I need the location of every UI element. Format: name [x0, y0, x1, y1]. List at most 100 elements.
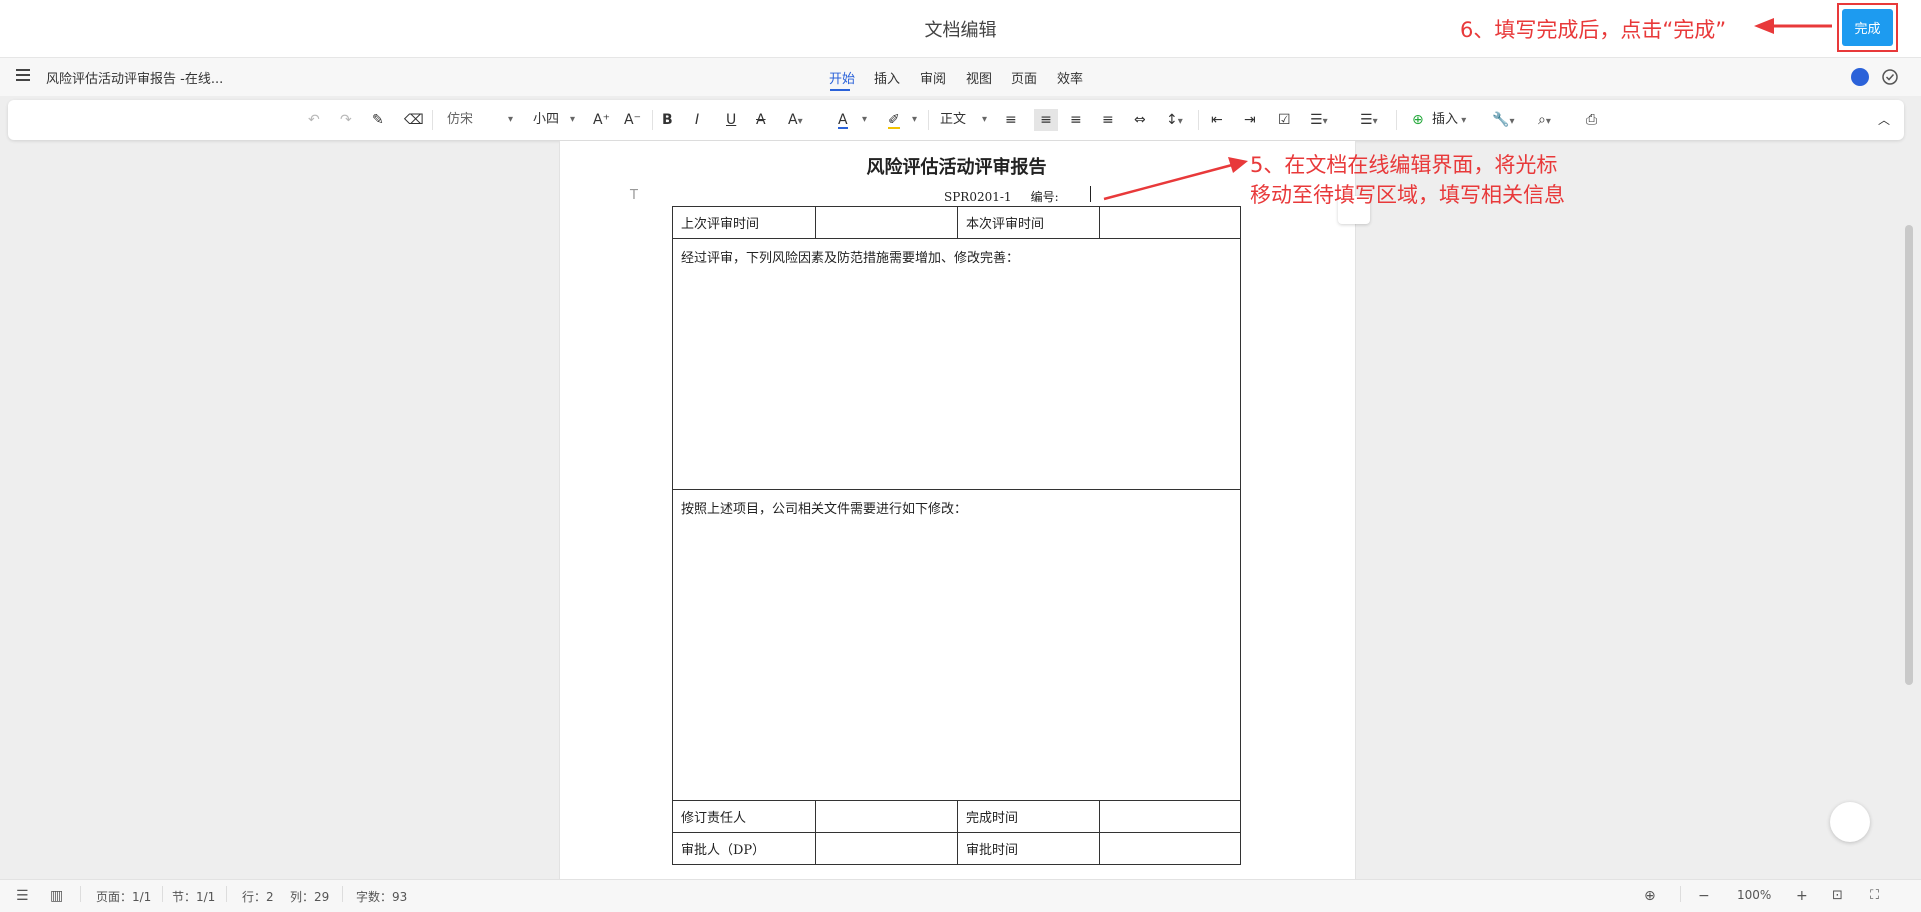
cloud-sync-icon[interactable] — [1881, 68, 1899, 86]
annotation-step5-line2: 移动至待填写区域，填写相关信息 — [1250, 183, 1565, 207]
field-approval-time[interactable] — [1099, 832, 1241, 865]
assistant-avatar-icon[interactable] — [1830, 802, 1870, 842]
numbered-list-icon[interactable]: ☰▾ — [1360, 109, 1378, 131]
increase-indent-icon[interactable]: ⇥ — [1244, 109, 1256, 131]
status-divider — [1680, 886, 1681, 902]
done-button[interactable]: 完成 — [1842, 9, 1893, 46]
bold-icon[interactable]: B — [662, 109, 673, 131]
label-approval-time: 审批时间 — [957, 832, 1100, 865]
label-last-review-time: 上次评审时间 — [672, 206, 816, 239]
section-file-revisions-text: 按照上述项目，公司相关文件需要进行如下修改： — [681, 502, 968, 517]
distribute-icon[interactable]: ⇔ — [1134, 109, 1146, 131]
increase-font-icon[interactable]: A⁺ — [593, 109, 610, 131]
chevron-down-icon[interactable]: ▾ — [982, 109, 987, 131]
status-word-count: 字数：93 — [356, 890, 408, 904]
field-approver[interactable] — [815, 832, 958, 865]
align-center-icon[interactable]: ≡ — [1034, 109, 1058, 131]
toolbar-divider — [1396, 110, 1397, 130]
checkbox-icon[interactable]: ☑ — [1278, 109, 1291, 131]
review-form-table: 上次评审时间 本次评审时间 经过评审，下列风险因素及防范措施需要增加、修改完善：… — [672, 206, 1241, 865]
field-completion-time[interactable] — [1099, 800, 1241, 833]
font-family-value: 仿宋 — [447, 112, 474, 127]
status-section: 节：1/1 — [172, 890, 216, 904]
annotation-arrow-step5 — [1103, 157, 1248, 201]
tab-home[interactable]: 开始 — [829, 68, 855, 87]
justify-icon[interactable]: ≡ — [1102, 109, 1114, 131]
format-painter-icon[interactable]: ✎ — [372, 109, 384, 131]
menu-icon[interactable] — [16, 69, 30, 81]
tab-insert[interactable]: 插入 — [874, 68, 900, 87]
serial-row[interactable]: SPR0201-1 编号: — [944, 188, 1059, 205]
align-right-icon[interactable]: ≡ — [1070, 109, 1082, 131]
outline-icon[interactable]: ☰ — [16, 888, 29, 904]
font-size-select[interactable]: 小四 — [533, 109, 559, 131]
field-current-review-time[interactable] — [1099, 206, 1241, 239]
italic-icon[interactable]: I — [695, 109, 699, 131]
tab-view[interactable]: 视图 — [966, 68, 992, 87]
strikethrough-icon[interactable]: A — [756, 109, 766, 131]
language-globe-icon[interactable]: ⊕ — [1644, 888, 1656, 904]
zoom-out-icon[interactable]: − — [1698, 888, 1710, 904]
status-divider — [226, 886, 227, 902]
clear-format-icon[interactable]: ⌫ — [404, 109, 424, 131]
field-last-review-time[interactable] — [815, 206, 958, 239]
status-column: 列：29 — [290, 890, 330, 904]
decrease-font-icon[interactable]: A⁻ — [624, 109, 641, 131]
fit-page-icon[interactable]: ⊡ — [1832, 888, 1843, 903]
brand-lightning-icon[interactable] — [1851, 68, 1869, 86]
font-family-select[interactable]: 仿宋 — [447, 109, 473, 131]
redo-icon[interactable]: ↷ — [340, 109, 352, 131]
status-divider — [162, 886, 163, 902]
chevron-down-icon[interactable]: ▾ — [862, 109, 867, 131]
menu-bar — [0, 58, 1921, 96]
decrease-indent-icon[interactable]: ⇤ — [1211, 109, 1223, 131]
field-revision-owner[interactable] — [815, 800, 958, 833]
search-icon[interactable]: ⌕▾ — [1538, 109, 1551, 131]
line-spacing-icon[interactable]: ↕▾ — [1166, 109, 1183, 131]
zoom-in-icon[interactable]: + — [1796, 888, 1808, 904]
tab-review[interactable]: 审阅 — [920, 68, 946, 87]
annotation-step6: 6、填写完成后，点击“完成” — [1460, 18, 1727, 42]
serial-number: SPR0201-1 — [944, 190, 1012, 204]
section-file-revisions[interactable]: 按照上述项目，公司相关文件需要进行如下修改： — [672, 489, 1241, 801]
status-line: 行：2 — [242, 890, 274, 904]
font-size-value: 小四 — [533, 112, 560, 127]
tools-wrench-icon[interactable]: 🔧▾ — [1492, 109, 1514, 131]
paragraph-marker-icon: T — [630, 188, 638, 203]
annotation-step5: 5、在文档在线编辑界面，将光标 移动至待填写区域，填写相关信息 — [1250, 150, 1565, 210]
paragraph-style-select[interactable]: 正文 — [940, 109, 966, 131]
chevron-down-icon[interactable]: ▾ — [570, 109, 575, 131]
scrollbar-thumb[interactable] — [1905, 225, 1913, 685]
label-revision-owner: 修订责任人 — [672, 800, 816, 833]
text-effect-icon[interactable]: A▾ — [788, 109, 803, 131]
toolbar-divider — [432, 110, 433, 130]
bullet-list-icon[interactable]: ☰▾ — [1310, 109, 1328, 131]
section-risk-factors[interactable]: 经过评审，下列风险因素及防范措施需要增加、修改完善： — [672, 238, 1241, 490]
align-left-icon[interactable]: ≡ — [1005, 109, 1017, 131]
label-completion-time: 完成时间 — [957, 800, 1100, 833]
undo-icon[interactable]: ↶ — [308, 109, 320, 131]
collapse-toolbar-icon[interactable]: ︿ — [1878, 109, 1890, 131]
font-color-icon[interactable]: A — [838, 109, 848, 129]
text-cursor — [1090, 186, 1091, 202]
insert-menu-label: 插入 — [1432, 112, 1459, 127]
status-bar — [0, 879, 1921, 912]
tab-page[interactable]: 页面 — [1011, 68, 1037, 87]
fullscreen-icon[interactable]: ⛶ — [1870, 888, 1879, 903]
insert-menu-button[interactable]: 插入 ▾ — [1432, 109, 1466, 131]
active-tab-indicator — [830, 89, 850, 91]
number-label: 编号: — [1030, 190, 1059, 204]
insert-plus-icon[interactable]: ⊕ — [1412, 109, 1424, 131]
toolbar-divider — [928, 110, 929, 130]
chevron-down-icon[interactable]: ▾ — [508, 109, 513, 131]
section-risk-factors-text: 经过评审，下列风险因素及防范措施需要增加、修改完善： — [681, 251, 1020, 266]
underline-icon[interactable]: U — [726, 109, 736, 131]
highlight-icon[interactable]: ✐ — [888, 109, 900, 129]
page-nav-icon[interactable]: ▥ — [50, 888, 63, 904]
status-divider — [342, 886, 343, 902]
status-divider — [80, 886, 81, 902]
document-name: 风险评估活动评审报告 -在线... — [46, 72, 224, 87]
tab-efficiency[interactable]: 效率 — [1057, 68, 1083, 87]
print-icon[interactable]: ⎙ — [1586, 109, 1597, 131]
chevron-down-icon[interactable]: ▾ — [912, 109, 917, 131]
